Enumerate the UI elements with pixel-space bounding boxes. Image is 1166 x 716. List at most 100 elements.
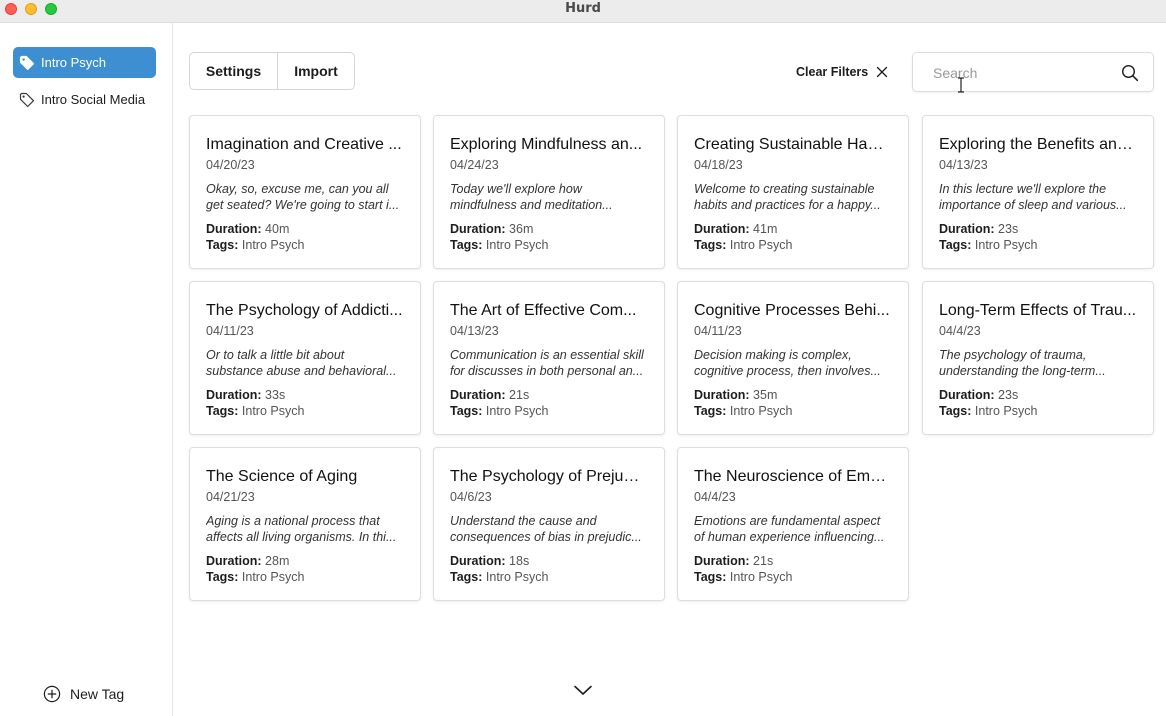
card-tags: Tags: Intro Psych <box>939 237 1137 253</box>
sidebar-item-intro-social-media[interactable]: Intro Social Media <box>13 84 156 115</box>
tags-label: Tags: <box>694 404 727 418</box>
card-duration: Duration: 23s <box>939 221 1137 237</box>
text-cursor-icon <box>956 77 966 93</box>
card-excerpt: Understand the cause and consequences of… <box>450 514 642 544</box>
card-title: Cognitive Processes Behi... <box>694 302 890 319</box>
card-excerpt: Okay, so, excuse me, can you all get sea… <box>206 182 400 212</box>
card-duration: Duration: 33s <box>206 387 404 403</box>
card-excerpt: Decision making is complex, cognitive pr… <box>694 348 881 378</box>
card-title: Exploring the Benefits and... <box>939 136 1137 153</box>
lecture-card[interactable]: The Art of Effective Com... 04/13/23 Commu… <box>433 281 665 435</box>
lecture-card[interactable]: The Neuroscience of Emo... 04/4/23 Emotion… <box>677 447 909 601</box>
card-excerpt: Emotions are fundamental aspect of human… <box>694 514 885 544</box>
duration-label: Duration: <box>939 388 995 402</box>
lecture-card[interactable]: The Science of Aging 04/21/23 Aging is a n… <box>189 447 421 601</box>
lecture-card[interactable]: Exploring Mindfulness an... 04/24/23 Today… <box>433 115 665 269</box>
lecture-card[interactable]: Long-Term Effects of Trau... 04/4/23 The p… <box>922 281 1154 435</box>
duration-value: 41m <box>753 222 778 236</box>
tags-label: Tags: <box>450 570 483 584</box>
clear-filters-label: Clear Filters <box>796 65 869 79</box>
tags-label: Tags: <box>939 404 972 418</box>
tags-value: Intro Psych <box>974 238 1038 252</box>
card-tags: Tags: Intro Psych <box>206 569 404 585</box>
search-box <box>912 52 1154 92</box>
plus-circle-icon <box>43 685 61 703</box>
tags-value: Intro Psych <box>241 570 305 584</box>
card-excerpt: Communication is an essential skill for … <box>450 348 644 378</box>
card-title: Imagination and Creative ... <box>206 136 402 153</box>
card-tags: Tags: Intro Psych <box>694 237 892 253</box>
card-excerpt: Welcome to creating sustainable habits a… <box>694 182 881 212</box>
card-duration: Duration: 35m <box>694 387 892 403</box>
card-date: 04/4/23 <box>694 490 736 504</box>
tags-value: Intro Psych <box>485 570 549 584</box>
lecture-card[interactable]: Cognitive Processes Behi... 04/11/23 Decis… <box>677 281 909 435</box>
duration-value: 21s <box>509 388 530 402</box>
card-date: 04/24/23 <box>450 158 499 172</box>
card-date: 04/11/23 <box>206 324 254 338</box>
card-tags: Tags: Intro Psych <box>206 403 404 419</box>
duration-value: 33s <box>265 388 286 402</box>
close-icon <box>876 66 888 78</box>
duration-label: Duration: <box>694 388 750 402</box>
tags-label: Tags: <box>450 238 483 252</box>
tags-value: Intro Psych <box>485 404 549 418</box>
duration-value: 35m <box>753 388 778 402</box>
lecture-card[interactable]: Exploring the Benefits and... 04/13/23 In … <box>922 115 1154 269</box>
card-tags: Tags: Intro Psych <box>450 237 648 253</box>
new-tag-button[interactable]: New Tag <box>43 685 124 703</box>
card-title: The Science of Aging <box>206 468 358 485</box>
settings-button[interactable]: Settings <box>190 53 278 89</box>
card-date: 04/13/23 <box>939 158 988 172</box>
duration-value: 40m <box>265 222 290 236</box>
tags-value: Intro Psych <box>729 238 793 252</box>
tags-label: Tags: <box>206 404 239 418</box>
card-tags: Tags: Intro Psych <box>450 403 648 419</box>
lecture-card[interactable]: Creating Sustainable Habi... 04/18/23 Welc… <box>677 115 909 269</box>
tags-value: Intro Psych <box>974 404 1038 418</box>
duration-value: 18s <box>509 554 530 568</box>
import-button[interactable]: Import <box>278 53 354 89</box>
tag-icon <box>19 92 35 108</box>
duration-label: Duration: <box>450 222 506 236</box>
duration-label: Duration: <box>450 554 506 568</box>
card-date: 04/13/23 <box>450 324 499 338</box>
lecture-card[interactable]: The Psychology of Prejudi... 04/6/23 Under… <box>433 447 665 601</box>
card-tags: Tags: Intro Psych <box>694 403 892 419</box>
tags-label: Tags: <box>694 238 727 252</box>
search-icon[interactable] <box>1121 64 1139 82</box>
card-duration: Duration: 23s <box>939 387 1137 403</box>
lecture-card[interactable]: Imagination and Creative ... 04/20/23 Okay… <box>189 115 421 269</box>
tags-value: Intro Psych <box>729 404 793 418</box>
card-excerpt: In this lecture we'll explore the import… <box>939 182 1127 212</box>
card-duration: Duration: 21s <box>450 387 648 403</box>
card-date: 04/6/23 <box>450 490 492 504</box>
card-title: The Art of Effective Com... <box>450 302 637 319</box>
clear-filters-button[interactable]: Clear Filters <box>796 62 888 82</box>
tags-label: Tags: <box>206 238 239 252</box>
main-content: Settings Import Clear Filters Imaginatio… <box>174 23 1166 716</box>
card-duration: Duration: 40m <box>206 221 404 237</box>
tags-value: Intro Psych <box>241 404 305 418</box>
duration-label: Duration: <box>694 222 750 236</box>
duration-value: 21s <box>753 554 774 568</box>
card-title: Long-Term Effects of Trau... <box>939 302 1137 319</box>
card-title: Exploring Mindfulness an... <box>450 136 643 153</box>
sidebar-item-label: Intro Psych <box>41 55 107 70</box>
card-tags: Tags: Intro Psych <box>939 403 1137 419</box>
sidebar-item-intro-psych[interactable]: Intro Psych <box>13 47 156 78</box>
chevron-down-icon[interactable] <box>573 683 593 697</box>
card-duration: Duration: 28m <box>206 553 404 569</box>
window-title: Hurd <box>565 1 601 16</box>
duration-label: Duration: <box>939 222 995 236</box>
card-date: 04/11/23 <box>694 324 742 338</box>
sidebar: Intro Psych Intro Social Media New Tag <box>0 23 173 716</box>
card-duration: Duration: 36m <box>450 221 648 237</box>
card-duration: Duration: 21s <box>694 553 892 569</box>
duration-label: Duration: <box>206 388 262 402</box>
tag-icon <box>19 55 35 71</box>
lecture-card[interactable]: The Psychology of Addicti... 04/11/23 Or t… <box>189 281 421 435</box>
duration-label: Duration: <box>206 222 262 236</box>
card-title: The Psychology of Addicti... <box>206 302 403 319</box>
tags-value: Intro Psych <box>241 238 305 252</box>
